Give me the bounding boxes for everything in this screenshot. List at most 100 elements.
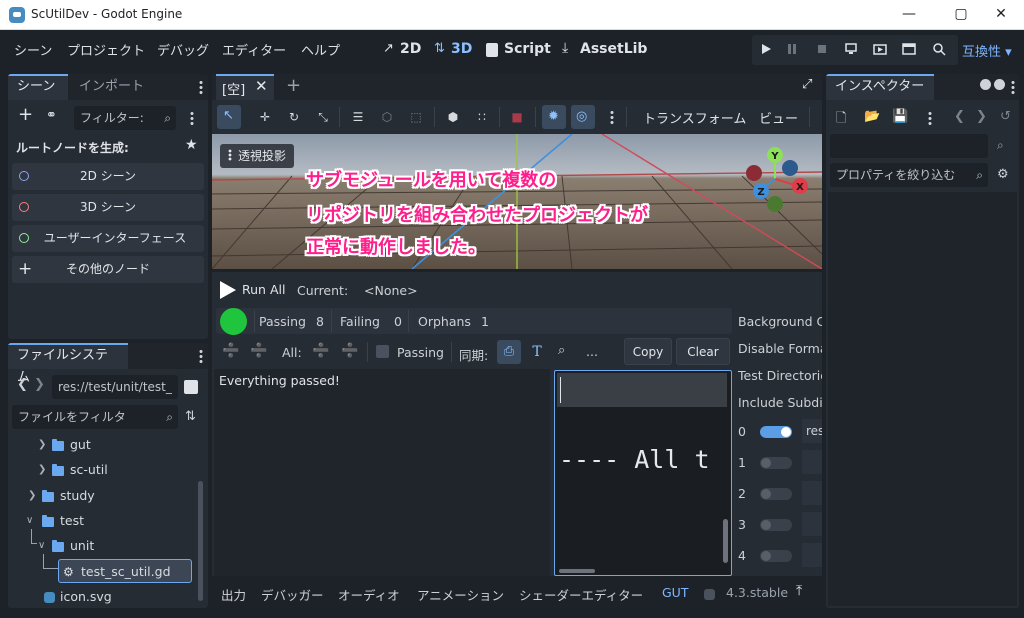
renderer-selector[interactable]: 互換性 ▾ (962, 41, 1012, 60)
inspector-settings-icon[interactable]: ⚙ (997, 167, 1009, 182)
close-window-button[interactable]: ✕ (978, 0, 1024, 30)
doc-icon[interactable]: ⌕ (997, 138, 1004, 153)
create-ui-scene-button[interactable]: ユーザーインターフェース (12, 225, 204, 252)
menu-project[interactable]: プロジェクト (67, 40, 145, 59)
search-icon[interactable]: ⌕ (558, 343, 565, 358)
collapse-icon[interactable]: ➗ (222, 343, 239, 359)
create-3d-scene-button[interactable]: 3D シーン (12, 194, 204, 221)
add-node-icon[interactable]: + (18, 104, 33, 125)
dir-path-field[interactable]: res (802, 419, 822, 443)
menu-scene[interactable]: シーン (14, 40, 52, 59)
save-resource-icon[interactable]: 💾 (892, 109, 908, 124)
sync-scroll-button[interactable]: ⎙ (497, 340, 521, 364)
tree-item-study[interactable]: ❯ study (8, 484, 194, 508)
copy-button[interactable]: Copy (624, 338, 672, 365)
perspective-button[interactable]: 透視投影 (220, 144, 295, 168)
tree-item-test-sc-util[interactable]: ⚙ test_sc_util.gd (58, 559, 192, 583)
stop-icon[interactable] (815, 42, 829, 56)
dir-toggle[interactable] (760, 550, 792, 562)
scene-filter-input[interactable]: フィルター: ⌕ (74, 106, 176, 130)
tree-item-test[interactable]: ∨ test (8, 509, 194, 533)
collapse-all-icon[interactable]: ➗ (312, 343, 329, 359)
rotate-tool-icon[interactable]: ↻ (287, 110, 301, 124)
dir-toggle[interactable] (760, 488, 792, 500)
clear-button[interactable]: Clear (676, 338, 730, 365)
forward-icon[interactable]: ❯ (34, 377, 45, 392)
expand-bottom-panel-icon[interactable]: ⤒ (796, 583, 802, 599)
sun-toggle-button[interactable]: ✹ (542, 105, 566, 129)
dir-path-field[interactable] (802, 450, 822, 474)
create-2d-scene-button[interactable]: 2D シーン (12, 163, 204, 190)
bottom-tab-shader-editor[interactable]: シェーダーエディター (519, 585, 643, 604)
tab-inspector[interactable]: インスペクター (826, 74, 934, 100)
dock-left-icon[interactable] (980, 79, 991, 90)
sort-icon[interactable]: ⇅ (185, 409, 196, 424)
tab-filesystem[interactable]: ファイルシステム (8, 343, 128, 385)
history-icon[interactable]: ↺ (1000, 109, 1011, 124)
workspace-assetlib[interactable]: ⤓ AssetLib (562, 30, 647, 70)
bottom-tab-gut[interactable]: GUT (662, 585, 688, 600)
passing-checkbox[interactable] (376, 345, 389, 358)
tree-item-icon-svg[interactable]: icon.svg (8, 585, 194, 608)
distraction-free-icon[interactable]: ⤢ (802, 77, 812, 92)
lock-icon[interactable]: ⬡ (380, 110, 394, 124)
workspace-2d[interactable]: ↗ 2D (383, 30, 423, 70)
filesystem-path-input[interactable]: res://test/unit/test_ (52, 375, 178, 399)
play-icon[interactable] (759, 42, 773, 56)
tree-item-unit[interactable]: ∨ unit (8, 534, 194, 558)
console-hscrollbar[interactable] (559, 569, 595, 573)
filesystem-menu-icon[interactable] (199, 349, 203, 363)
dir-path-field[interactable] (802, 543, 822, 567)
bottom-tab-output[interactable]: 出力 (221, 585, 246, 604)
scale-tool-icon[interactable]: ⤡ (316, 110, 330, 124)
gut-console-output[interactable]: ---- All t (554, 370, 732, 576)
scene-toolbar-menu-icon[interactable] (190, 111, 194, 125)
bottom-tab-debugger[interactable]: デバッガー (261, 585, 324, 604)
view-menu[interactable]: ビュー (759, 108, 798, 127)
console-vscrollbar[interactable] (723, 519, 728, 563)
dock-right-icon[interactable] (994, 79, 1005, 90)
dir-toggle[interactable] (760, 457, 792, 469)
bottom-tab-animation[interactable]: アニメーション (417, 585, 504, 604)
inspector-menu-icon[interactable] (1011, 80, 1015, 94)
run-all-button[interactable]: Run All (216, 276, 289, 303)
resource-menu-icon[interactable] (928, 111, 932, 125)
gut-results-output[interactable]: Everything passed! (214, 369, 550, 576)
link-icon[interactable]: ⚭ (46, 108, 57, 123)
favorites-star-icon[interactable]: ★ (185, 137, 198, 153)
tree-item-gut[interactable]: ❯ gut (8, 433, 194, 457)
workspace-script[interactable]: Script (486, 30, 551, 70)
dir-path-field[interactable] (802, 481, 822, 505)
environment-toggle-button[interactable]: ◎ (571, 105, 595, 129)
history-forward-icon[interactable]: ❯ (976, 109, 987, 124)
select-tool-button[interactable]: ↖ (217, 105, 241, 129)
dir-path-field[interactable] (802, 512, 822, 536)
object-selector[interactable] (830, 134, 988, 158)
expand-all-icon[interactable]: ➗ (341, 343, 358, 359)
open-resource-icon[interactable]: 📂 (864, 109, 880, 124)
list-select-icon[interactable]: ☰ (351, 110, 365, 124)
filesystem-scrollbar[interactable] (198, 481, 203, 601)
other-node-button[interactable]: + その他のノード (12, 256, 204, 283)
tab-scene[interactable]: シーン (8, 74, 68, 100)
menu-debug[interactable]: デバッグ (157, 40, 209, 59)
sync-text-button[interactable]: T (525, 340, 549, 364)
scene-dock-menu-icon[interactable] (199, 80, 203, 94)
scene-tab-empty[interactable]: [空] ✕ (216, 74, 274, 100)
dir-toggle[interactable] (760, 426, 792, 438)
pause-icon[interactable] (785, 42, 799, 56)
property-filter-input[interactable]: プロパティを絞り込む ⌕ (830, 163, 988, 187)
filesystem-filter-input[interactable]: ファイルをフィルタ ⌕ (12, 405, 178, 429)
remote-debug-icon[interactable] (844, 42, 858, 56)
play-scene-icon[interactable] (902, 42, 916, 56)
tab-import[interactable]: インポート (70, 74, 153, 100)
play-custom-scene-icon[interactable] (932, 42, 946, 56)
more-options-button[interactable]: ... (586, 344, 598, 359)
new-scene-tab-icon[interactable]: + (286, 75, 301, 96)
menu-help[interactable]: ヘルプ (301, 40, 340, 59)
transform-menu[interactable]: トランスフォーム (643, 108, 746, 127)
group-icon[interactable]: ⬚ (409, 110, 423, 124)
back-icon[interactable]: ❮ (17, 377, 28, 392)
new-resource-icon[interactable]: 🗋 (836, 109, 846, 131)
move-tool-icon[interactable]: ✛ (258, 110, 272, 124)
